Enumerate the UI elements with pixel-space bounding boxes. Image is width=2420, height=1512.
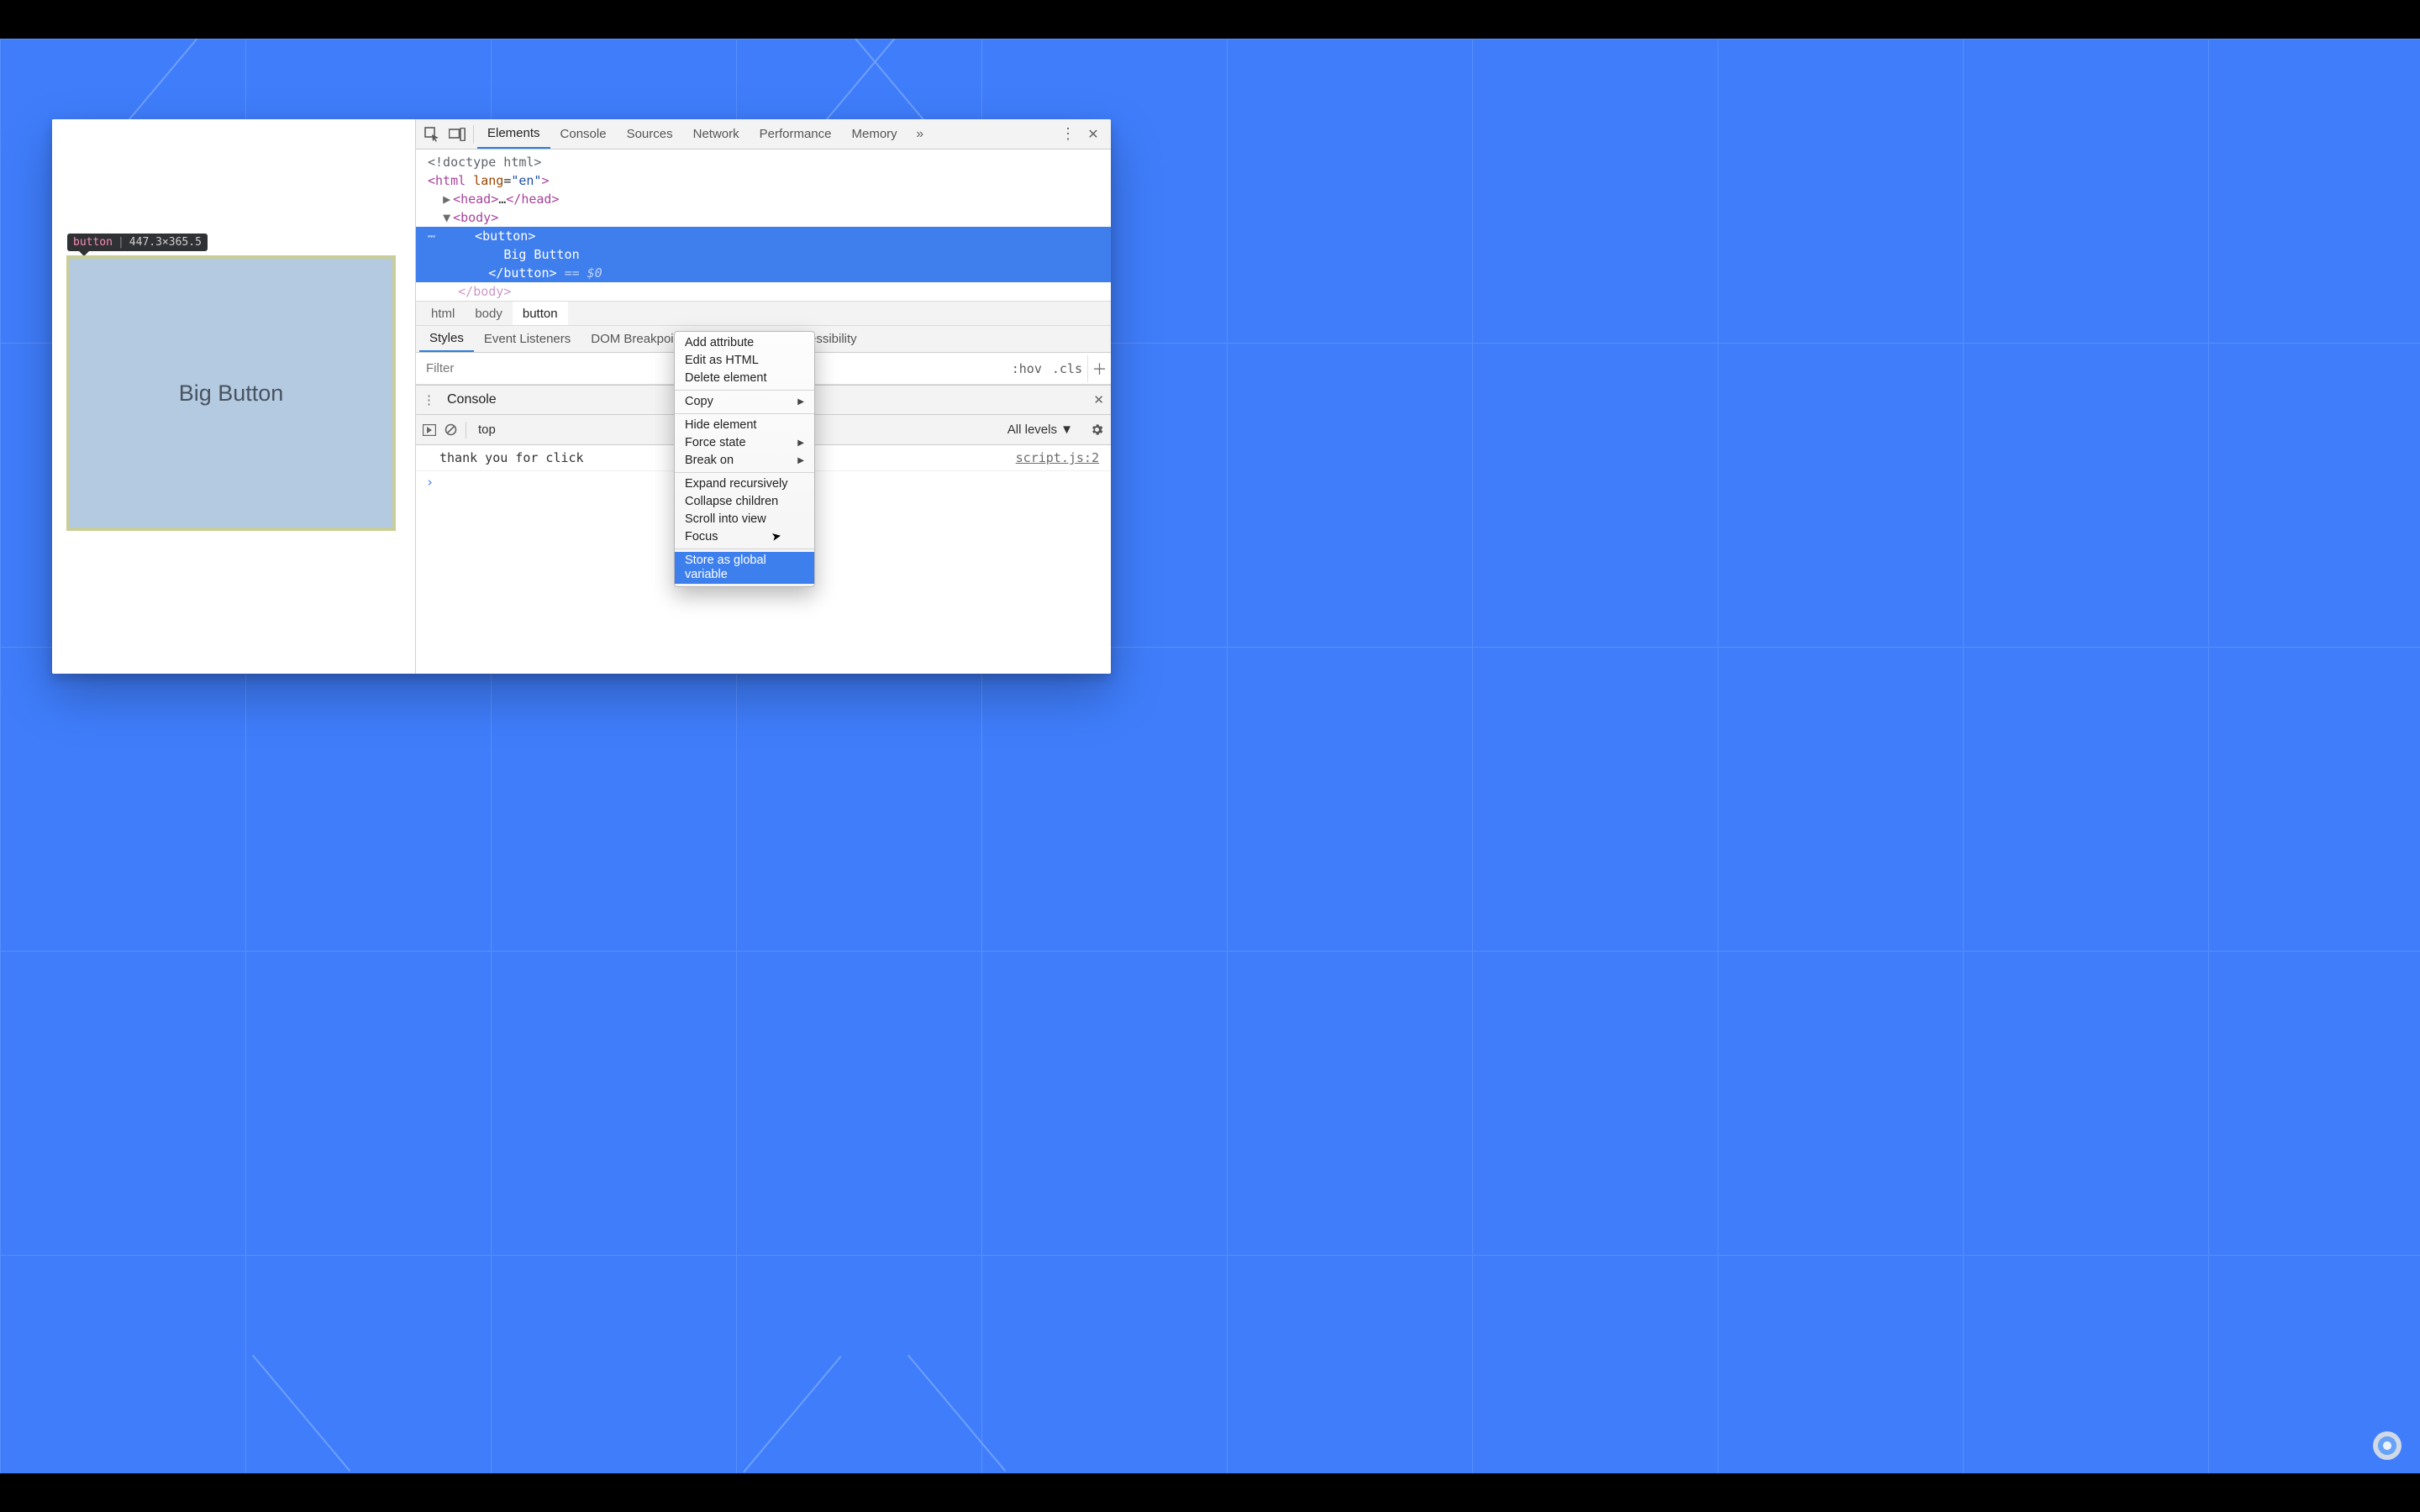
console-settings-icon[interactable] (1090, 423, 1104, 437)
chrome-logo-icon (2373, 1431, 2402, 1460)
browser-devtools-window: button | 447.3×365.5 Big Button (52, 119, 1111, 674)
tab-sources[interactable]: Sources (617, 119, 683, 149)
dom-breadcrumbs: html body button (416, 301, 1111, 326)
page-viewport: button | 447.3×365.5 Big Button (52, 119, 415, 674)
close-icon[interactable]: ✕ (1081, 122, 1106, 147)
blueprint-background: button | 447.3×365.5 Big Button (0, 39, 2420, 1473)
hov-toggle[interactable]: :hov (1007, 360, 1047, 378)
tab-console[interactable]: Console (550, 119, 617, 149)
inspect-icon[interactable] (419, 122, 445, 147)
dom-selected-node[interactable]: ⋯ <button> Big Button </button> == $0 (416, 227, 1111, 282)
tab-network[interactable]: Network (683, 119, 750, 149)
crumb-html[interactable]: html (421, 302, 465, 325)
cls-toggle[interactable]: .cls (1047, 360, 1087, 378)
ctx-focus[interactable]: Focus (675, 528, 814, 546)
console-log-source[interactable]: script.js:2 (1016, 450, 1099, 465)
crumb-body[interactable]: body (465, 302, 513, 325)
dom-dollar-zero: == $0 (565, 265, 602, 281)
tab-memory[interactable]: Memory (842, 119, 908, 149)
tab-performance[interactable]: Performance (750, 119, 842, 149)
ctx-expand-recursively[interactable]: Expand recursively (675, 475, 814, 493)
ctx-force-state[interactable]: Force state▶ (675, 434, 814, 452)
console-run-icon[interactable] (423, 424, 436, 436)
ctx-collapse-children[interactable]: Collapse children (675, 493, 814, 511)
kebab-menu-icon[interactable]: ⋮ (1055, 122, 1081, 147)
big-button[interactable]: Big Button (66, 255, 396, 531)
ctx-hide-element[interactable]: Hide element (675, 417, 814, 434)
subtab-event-listeners[interactable]: Event Listeners (474, 326, 581, 352)
console-clear-icon[interactable] (445, 423, 457, 436)
console-kebab-icon[interactable]: ⋮ (423, 392, 435, 407)
ctx-scroll-into-view[interactable]: Scroll into view (675, 511, 814, 528)
ctx-edit-as-html[interactable]: Edit as HTML (675, 352, 814, 370)
new-style-rule-icon[interactable]: ＋ (1087, 355, 1111, 382)
subtab-styles[interactable]: Styles (419, 326, 474, 352)
devtools-toolbar: Elements Console Sources Network Perform… (416, 119, 1111, 150)
dom-tree[interactable]: <!doctype html> <html lang="en"> ▶<head>… (416, 150, 1111, 301)
ctx-break-on[interactable]: Break on▶ (675, 452, 814, 470)
tab-elements[interactable]: Elements (477, 119, 550, 149)
ctx-copy[interactable]: Copy▶ (675, 393, 814, 411)
cursor-icon: ➤ (771, 528, 783, 544)
console-context-selector[interactable]: top (478, 423, 496, 437)
ctx-add-attribute[interactable]: Add attribute (675, 334, 814, 352)
tooltip-dimensions: 447.3×365.5 (129, 236, 202, 249)
tooltip-tagname: button (73, 236, 113, 249)
console-levels-selector[interactable]: All levels ▼ (1007, 423, 1073, 437)
ctx-store-as-global-variable[interactable]: Store as global variable (675, 552, 814, 584)
big-button-label: Big Button (179, 381, 284, 407)
element-tooltip: button | 447.3×365.5 (67, 234, 208, 251)
dom-doctype: <!doctype html> (428, 155, 541, 170)
console-close-icon[interactable]: ✕ (1093, 392, 1104, 407)
ctx-delete-element[interactable]: Delete element (675, 370, 814, 387)
crumb-button[interactable]: button (513, 302, 568, 325)
more-tabs-icon[interactable]: » (908, 122, 933, 147)
device-toggle-icon[interactable] (445, 122, 470, 147)
dom-button-text: Big Button (503, 247, 579, 262)
console-drawer-title: Console (447, 392, 497, 407)
context-menu: Add attributeEdit as HTMLDelete element C… (674, 331, 815, 587)
